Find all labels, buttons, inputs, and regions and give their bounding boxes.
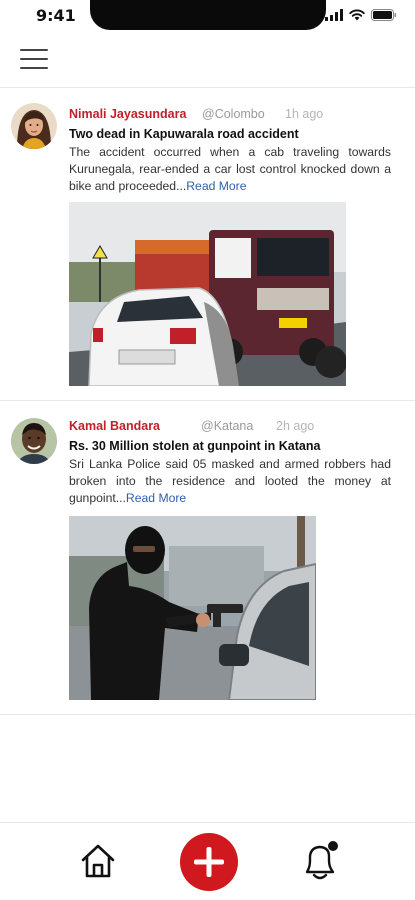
post-location: @Katana [201, 419, 254, 433]
bottom-navigation [0, 822, 415, 900]
read-more-link[interactable]: Read More [186, 179, 246, 193]
read-more-link[interactable]: Read More [126, 491, 186, 505]
post-meta: Nimali Jayasundara @Colombo 1h ago [69, 107, 391, 123]
post-headline[interactable]: Rs. 30 Million stolen at gunpoint in Kat… [69, 438, 391, 454]
post-excerpt: The accident occurred when a cab traveli… [69, 144, 391, 195]
top-app-bar [0, 34, 415, 88]
post-excerpt: Sri Lanka Police said 05 masked and arme… [69, 456, 391, 507]
add-icon[interactable] [180, 833, 238, 891]
notification-bell-icon[interactable] [298, 839, 342, 883]
device-notch [90, 0, 326, 30]
author-name[interactable]: Nimali Jayasundara [69, 107, 186, 121]
status-bar: 9:41 [0, 0, 415, 34]
post-content: Nimali Jayasundara @Colombo 1h ago Two d… [69, 107, 391, 195]
post-image[interactable] [69, 516, 316, 700]
post-meta: Kamal Bandara @Katana 2h ago [69, 419, 391, 435]
cellular-signal-icon [325, 9, 343, 21]
post-location: @Colombo [202, 107, 265, 121]
post-time: 2h ago [276, 419, 315, 433]
status-icons [325, 9, 397, 21]
author-name[interactable]: Kamal Bandara [69, 419, 160, 433]
post-image[interactable] [69, 202, 346, 386]
home-icon[interactable] [78, 841, 118, 881]
post-headline[interactable]: Two dead in Kapuwarala road accident [69, 126, 391, 142]
post-content: Kamal Bandara @Katana 2h ago Rs. 30 Mill… [69, 419, 391, 507]
avatar[interactable] [11, 418, 57, 464]
hamburger-menu-icon[interactable] [20, 49, 48, 71]
battery-icon [371, 9, 397, 21]
news-post[interactable]: Kamal Bandara @Katana 2h ago Rs. 30 Mill… [0, 402, 415, 715]
post-excerpt-text: Sri Lanka Police said 05 masked and arme… [69, 457, 391, 505]
avatar[interactable] [11, 103, 57, 149]
wifi-icon [349, 9, 365, 21]
status-time: 9:41 [36, 6, 76, 25]
post-time: 1h ago [285, 107, 324, 121]
news-post[interactable]: Nimali Jayasundara @Colombo 1h ago Two d… [0, 89, 415, 401]
